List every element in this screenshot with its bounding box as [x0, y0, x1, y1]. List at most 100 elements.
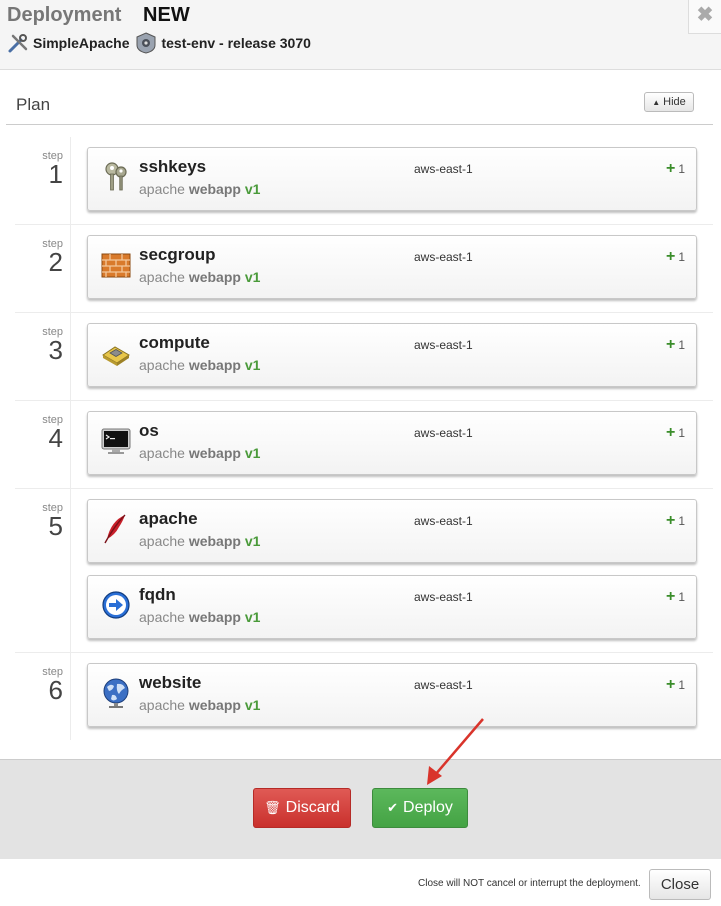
component-version: v1 [244, 445, 261, 461]
component-card-apache[interactable]: apache apache webapp v1 aws-east-1 +1 [87, 499, 697, 563]
add-count: +1 [666, 512, 685, 530]
step-label: step 2 [15, 225, 71, 312]
add-count-value: 1 [678, 338, 685, 352]
component-region: aws-east-1 [414, 678, 473, 692]
component-name: secgroup [139, 245, 216, 264]
deploy-button[interactable]: ✔ Deploy [372, 788, 468, 828]
component-platform: webapp [188, 445, 241, 461]
keys-icon [105, 162, 127, 191]
plus-icon: + [665, 424, 676, 441]
step-row: step 6 website apache webapp v1 aws-east… [15, 653, 713, 740]
component-card-website[interactable]: website apache webapp v1 aws-east-1 +1 [87, 663, 697, 727]
plan-title: Plan [16, 95, 51, 114]
step-row: step 4 os apache webapp v1 aws-east-1 +1 [15, 401, 713, 489]
step-row: step 3 compute apache webapp v1 aws-east… [15, 313, 713, 401]
component-region: aws-east-1 [414, 514, 473, 528]
step-number: 4 [48, 423, 63, 453]
component-meta: apache webapp v1 [139, 181, 260, 197]
component-name: compute [139, 333, 210, 352]
terminal-icon [101, 428, 131, 454]
step-row: step 2 secgroup apache webapp v1 aws-eas… [15, 225, 713, 313]
component-meta: apache webapp v1 [139, 357, 260, 373]
add-count: +1 [666, 248, 685, 266]
component-platform: webapp [188, 697, 241, 713]
component-pack: apache [139, 269, 185, 285]
add-count-value: 1 [678, 678, 685, 692]
component-version: v1 [244, 181, 261, 197]
step-label: step 3 [15, 313, 71, 400]
hide-plan-button[interactable]: ▲ Hide [644, 92, 694, 112]
add-count-value: 1 [678, 162, 685, 176]
component-pack: apache [139, 697, 185, 713]
component-meta: apache webapp v1 [139, 697, 260, 713]
component-version: v1 [244, 533, 261, 549]
add-count: +1 [666, 424, 685, 442]
component-name: os [139, 421, 159, 440]
plus-icon: + [665, 160, 676, 177]
component-pack: apache [139, 181, 185, 197]
tools-icon [8, 34, 28, 53]
assembly-name[interactable]: SimpleApache [33, 35, 129, 51]
cpu-icon [102, 346, 130, 366]
plus-icon: + [665, 588, 676, 605]
component-meta: apache webapp v1 [139, 533, 260, 549]
step-number: 6 [48, 675, 63, 705]
component-meta: apache webapp v1 [139, 269, 260, 285]
component-region: aws-east-1 [414, 250, 473, 264]
component-platform: webapp [188, 609, 241, 625]
deployment-subtitle: SimpleApache test-env - release 3070 [7, 32, 311, 54]
trash-icon: 🗑 [264, 800, 281, 815]
component-name: fqdn [139, 585, 176, 604]
discard-label: Discard [285, 799, 340, 816]
discard-button[interactable]: 🗑 Discard [253, 788, 351, 828]
component-meta: apache webapp v1 [139, 609, 260, 625]
component-name: sshkeys [139, 157, 207, 176]
component-card-os[interactable]: os apache webapp v1 aws-east-1 +1 [87, 411, 697, 475]
component-card-fqdn[interactable]: fqdn apache webapp v1 aws-east-1 +1 [87, 575, 697, 639]
component-platform: webapp [188, 533, 241, 549]
component-pack: apache [139, 609, 185, 625]
add-count-value: 1 [678, 250, 685, 264]
deployment-state: NEW [143, 4, 190, 26]
component-meta: apache webapp v1 [139, 445, 260, 461]
add-count-value: 1 [678, 514, 685, 528]
title-label: Deployment [7, 4, 122, 26]
component-card-sshkeys[interactable]: sshkeys apache webapp v1 aws-east-1 +1 [87, 147, 697, 211]
step-number: 3 [48, 335, 63, 365]
arrow-circle-icon [102, 591, 130, 619]
component-name: apache [139, 509, 198, 528]
step-number: 2 [48, 247, 63, 277]
deployment-header: Deployment NEW SimpleApache test-env - r… [0, 0, 721, 70]
component-platform: webapp [188, 357, 241, 373]
component-region: aws-east-1 [414, 590, 473, 604]
deploy-label: Deploy [403, 799, 453, 816]
check-icon: ✔ [387, 800, 399, 815]
component-card-compute[interactable]: compute apache webapp v1 aws-east-1 +1 [87, 323, 697, 387]
add-count: +1 [666, 588, 685, 606]
close-icon[interactable]: ✖ [688, 0, 721, 34]
step-number: 1 [48, 159, 63, 189]
plan-steps: step 1 sshkeys apache webapp v1 aws-east… [15, 137, 713, 740]
plus-icon: + [665, 336, 676, 353]
feather-icon [104, 514, 126, 544]
environment-gear-icon [136, 32, 156, 54]
close-button[interactable]: Close [649, 869, 711, 900]
component-card-secgroup[interactable]: secgroup apache webapp v1 aws-east-1 +1 [87, 235, 697, 299]
component-version: v1 [244, 357, 261, 373]
add-count: +1 [666, 160, 685, 178]
component-pack: apache [139, 533, 185, 549]
step-label: step 5 [15, 489, 71, 652]
environment-release[interactable]: test-env - release 3070 [161, 35, 310, 51]
component-platform: webapp [188, 181, 241, 197]
plus-icon: + [665, 512, 676, 529]
component-region: aws-east-1 [414, 338, 473, 352]
step-row: step 1 sshkeys apache webapp v1 aws-east… [15, 137, 713, 225]
component-region: aws-east-1 [414, 426, 473, 440]
component-platform: webapp [188, 269, 241, 285]
step-label: step 6 [15, 653, 71, 740]
close-note: Close will NOT cancel or interrupt the d… [418, 878, 641, 889]
component-pack: apache [139, 357, 185, 373]
component-pack: apache [139, 445, 185, 461]
step-row: step 5 apache apache webapp v1 aws-east-… [15, 489, 713, 653]
action-bar: 🗑 Discard ✔ Deploy [0, 759, 721, 859]
